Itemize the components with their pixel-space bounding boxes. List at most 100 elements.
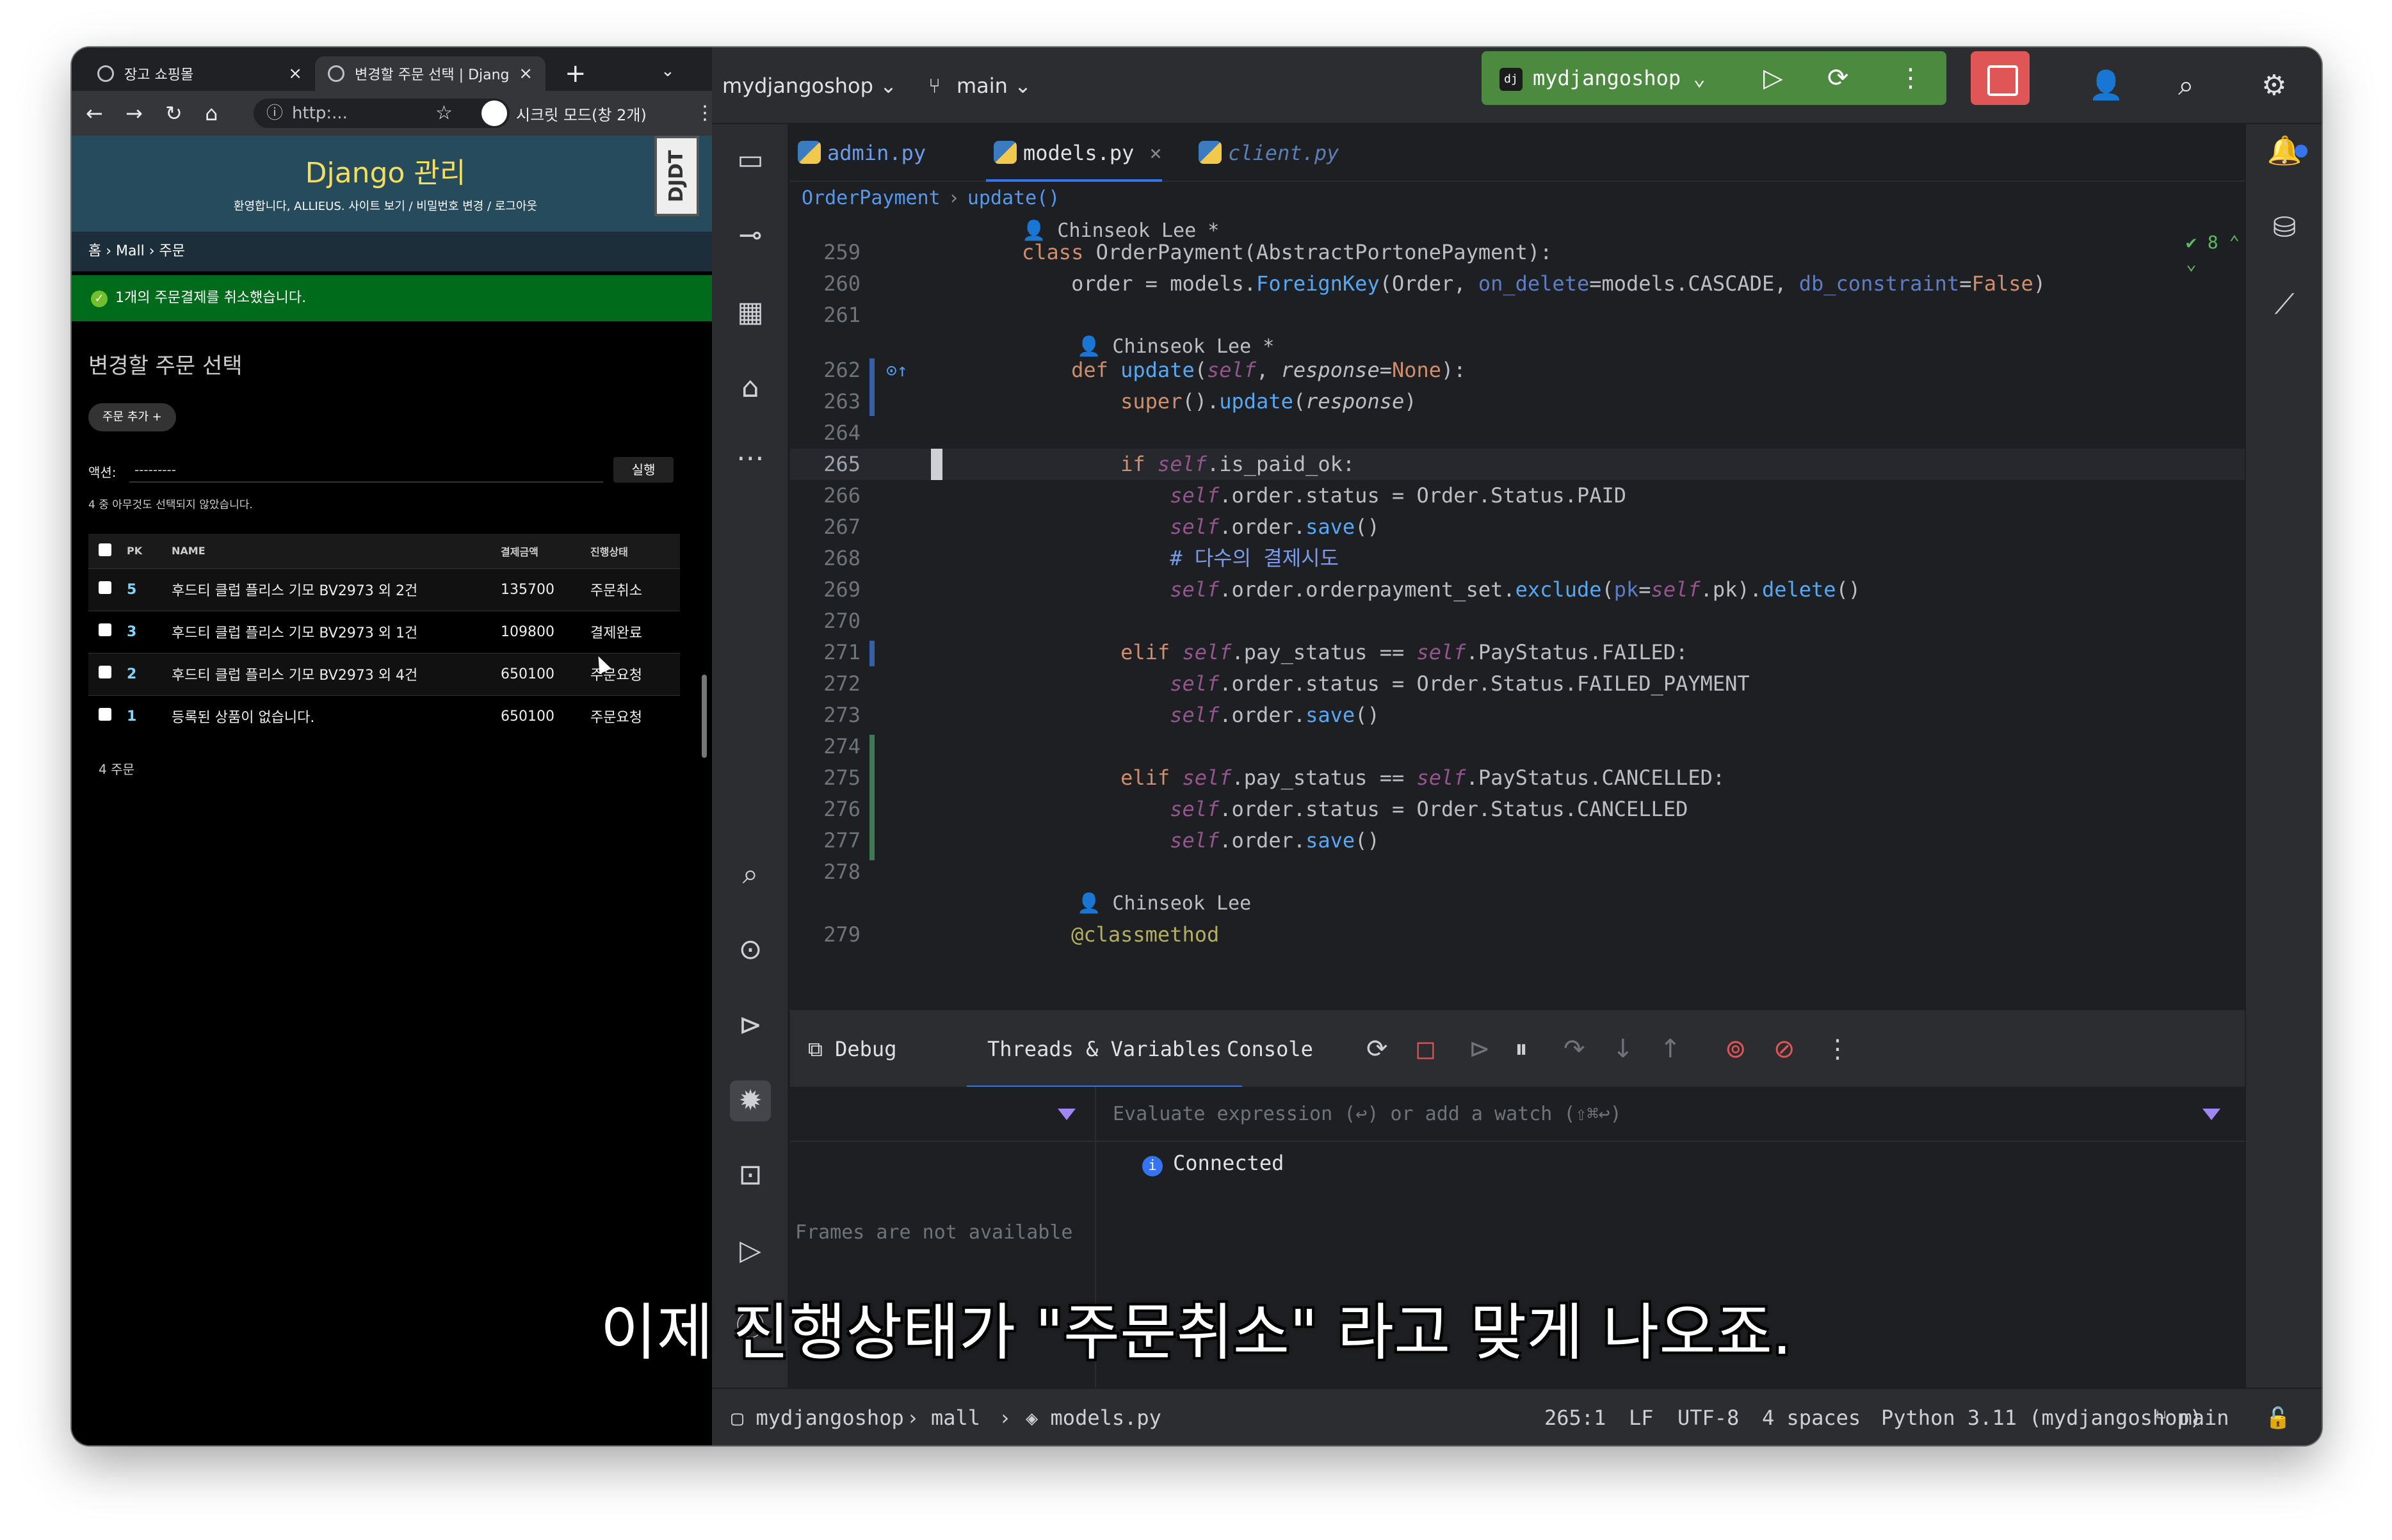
status-folder[interactable]: mall bbox=[931, 1389, 980, 1445]
settings-gear-icon[interactable]: ⚙ bbox=[2261, 47, 2286, 124]
column-header[interactable]: 결제금액 bbox=[501, 534, 590, 568]
status-indent[interactable]: 4 spaces bbox=[1762, 1389, 1861, 1445]
step-into-icon[interactable]: ↓ bbox=[1612, 1010, 1634, 1088]
message-text: 1개의 주문결제를 취소했습니다. bbox=[115, 290, 307, 306]
status-encoding[interactable]: UTF-8 bbox=[1677, 1389, 1739, 1445]
lock-icon[interactable]: 🔓 bbox=[2265, 1389, 2291, 1445]
learn-icon[interactable]: ⌂ bbox=[730, 367, 771, 408]
rerun-icon[interactable]: ⟳ bbox=[1366, 1010, 1388, 1088]
row-checkbox[interactable] bbox=[99, 623, 111, 636]
step-out-icon[interactable]: ↑ bbox=[1660, 1010, 1681, 1088]
tab-console[interactable]: Console bbox=[1227, 1010, 1313, 1088]
evaluate-expression-input[interactable]: Evaluate expression (↩) or add a watch (… bbox=[1113, 1087, 1622, 1142]
close-tab-icon[interactable]: × bbox=[288, 64, 302, 83]
vcs-change-marker[interactable] bbox=[869, 358, 875, 416]
breadcrumb-method[interactable]: update() bbox=[967, 187, 1060, 209]
status-interpreter[interactable]: Python 3.11 (mydjangoshop) bbox=[1881, 1389, 2202, 1445]
reload-button[interactable]: ↻ bbox=[165, 91, 182, 136]
bookmark-star-icon[interactable]: ☆ bbox=[435, 91, 453, 136]
search-icon[interactable]: ⌕ bbox=[2178, 47, 2194, 124]
terminal-icon[interactable]: ⊡ bbox=[730, 1155, 771, 1196]
rerun-debug-icon[interactable]: ⟳ bbox=[1827, 51, 1849, 105]
address-bar[interactable]: ⓘ http:... bbox=[254, 99, 510, 128]
tab-admin-py[interactable]: admin.py bbox=[790, 124, 926, 182]
resume-icon[interactable]: ⊳ bbox=[1469, 1010, 1491, 1088]
breadcrumb[interactable]: 홈 › Mall › 주문 bbox=[72, 232, 712, 271]
incognito-indicator[interactable]: 시크릿 모드(창 2개) bbox=[481, 99, 647, 128]
services-icon[interactable]: ⊙ bbox=[730, 929, 771, 970]
pause-icon[interactable]: ⏸ bbox=[1515, 1010, 1528, 1088]
tab-options-icon[interactable]: ⋮ bbox=[2273, 137, 2297, 165]
new-tab-button[interactable]: + bbox=[565, 56, 586, 91]
tab-search-icon[interactable]: ⌄ bbox=[661, 61, 675, 81]
row-pk[interactable]: 5 bbox=[127, 568, 172, 611]
run-play-icon[interactable]: ▷ bbox=[730, 1230, 771, 1271]
code-text: class OrderPayment(AbstractPortonePaymen… bbox=[1022, 240, 1553, 264]
column-header[interactable]: PK bbox=[127, 534, 172, 568]
debug-bug-icon[interactable]: ✹ bbox=[730, 1080, 771, 1121]
add-order-button[interactable]: 주문 추가 + bbox=[88, 403, 176, 431]
browser-tab-admin[interactable]: 변경할 주문 선택 | Djang × bbox=[315, 56, 545, 91]
view-breakpoints-icon[interactable]: ⊚ bbox=[1725, 1010, 1747, 1088]
site-title[interactable]: Django 관리 bbox=[72, 150, 699, 191]
status-file[interactable]: ◈ models.py bbox=[1026, 1389, 1161, 1445]
tab-debug[interactable]: ⧉ Debug bbox=[808, 1010, 896, 1088]
code-editor[interactable]: ✔ 8 ⌃ ⌄ 👤 Chinseok Lee * 259 class OrderP… bbox=[790, 215, 2245, 1009]
stop-button[interactable] bbox=[1971, 51, 2030, 105]
run-action-button[interactable]: 실행 bbox=[613, 457, 674, 483]
run-config-selector[interactable]: dj mydjangoshop ⌄ bbox=[1499, 51, 1706, 105]
structure-icon[interactable]: ▦ bbox=[730, 292, 771, 333]
column-header[interactable]: NAME bbox=[172, 534, 501, 568]
row-pk[interactable]: 3 bbox=[127, 610, 172, 653]
browser-tab-shop[interactable]: 장고 쇼핑몰 × bbox=[85, 56, 315, 91]
info-icon: i bbox=[1142, 1156, 1163, 1176]
run-icon[interactable]: ▷ bbox=[1763, 51, 1783, 105]
column-header[interactable]: 진행상태 bbox=[590, 534, 680, 568]
find-icon[interactable]: ⌕ bbox=[730, 854, 771, 895]
tab-threads-variables[interactable]: Threads & Variables bbox=[967, 1010, 1243, 1088]
debug-toolbar-handle[interactable]: DJDT bbox=[654, 136, 699, 216]
commit-icon[interactable]: ⊸ bbox=[730, 215, 771, 256]
run-tool-icon[interactable]: ⊳ bbox=[730, 1005, 771, 1046]
more-icon[interactable]: ⋮ bbox=[1825, 1010, 1850, 1088]
profiler-icon[interactable]: ⟋ bbox=[2264, 284, 2305, 325]
home-button[interactable]: ⌂ bbox=[205, 91, 218, 136]
close-tab-icon[interactable]: × bbox=[1149, 141, 1161, 165]
code-line: 263 super().update(response) bbox=[790, 386, 2245, 417]
forward-button[interactable]: → bbox=[125, 91, 143, 136]
row-pk[interactable]: 2 bbox=[127, 652, 172, 695]
status-branch[interactable]: ⑂ main bbox=[2155, 1389, 2229, 1445]
breadcrumb-class[interactable]: OrderPayment bbox=[802, 187, 941, 209]
row-checkbox[interactable] bbox=[99, 581, 111, 594]
row-checkbox[interactable] bbox=[99, 666, 111, 678]
database-icon[interactable]: ⛁ bbox=[2264, 207, 2305, 248]
row-checkbox[interactable] bbox=[99, 708, 111, 721]
user-tools[interactable]: 환영합니다, ALLIEUS. 사이트 보기 / 비밀번호 변경 / 로그아웃 bbox=[72, 197, 699, 214]
row-name: 후드티 클럽 플리스 기모 BV2973 외 4건 bbox=[172, 652, 501, 695]
action-label: 액션: bbox=[88, 465, 117, 480]
mute-breakpoints-icon[interactable]: ⊘ bbox=[1774, 1010, 1795, 1088]
tab-models-py[interactable]: models.py × bbox=[986, 124, 1162, 182]
account-icon[interactable]: 👤 bbox=[2089, 47, 2124, 124]
vcs-change-marker[interactable] bbox=[869, 641, 875, 666]
close-tab-icon[interactable]: × bbox=[519, 64, 533, 83]
row-pk[interactable]: 1 bbox=[127, 694, 172, 737]
tab-client-py[interactable]: client.py bbox=[1191, 124, 1339, 182]
step-over-icon[interactable]: ↷ bbox=[1564, 1010, 1585, 1088]
project-folder-icon[interactable]: ▭ bbox=[730, 140, 771, 180]
project-selector[interactable]: mydjangoshop ⌄ bbox=[722, 47, 897, 124]
back-button[interactable]: ← bbox=[86, 91, 103, 136]
override-gutter-icon[interactable]: ⊙↑ bbox=[886, 355, 908, 386]
branch-selector[interactable]: main ⌄ bbox=[957, 47, 1031, 124]
more-tools-icon[interactable]: ⋯ bbox=[730, 438, 771, 479]
status-line-separator[interactable]: LF bbox=[1629, 1389, 1654, 1445]
select-all-checkbox[interactable] bbox=[99, 543, 111, 556]
vcs-added-marker[interactable] bbox=[869, 735, 875, 860]
action-select[interactable]: --------- bbox=[129, 457, 603, 483]
history-dropdown-icon[interactable] bbox=[2202, 1109, 2220, 1120]
browser-scrollbar[interactable] bbox=[702, 675, 707, 758]
status-caret-position[interactable]: 265:1 bbox=[1544, 1389, 1606, 1445]
more-actions-icon[interactable]: ⋮ bbox=[1898, 51, 1923, 105]
status-project[interactable]: ▢ mydjangoshop bbox=[731, 1389, 904, 1445]
stop-icon[interactable]: ◻ bbox=[1415, 1010, 1436, 1088]
